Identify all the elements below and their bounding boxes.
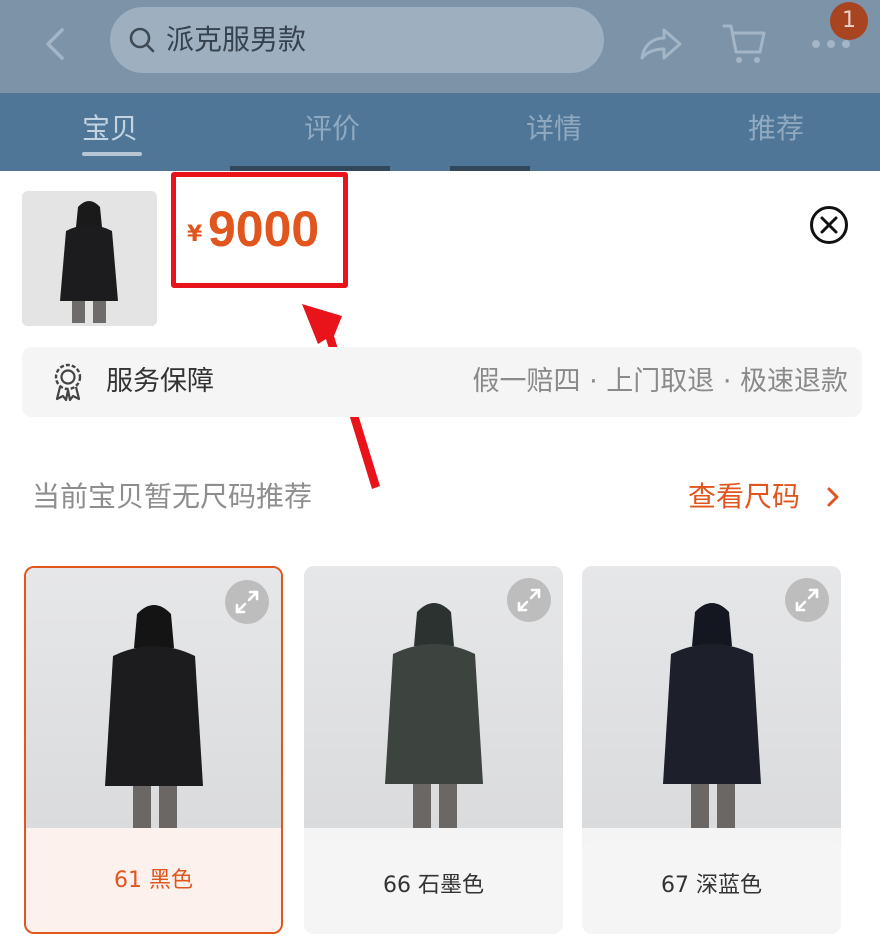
- coat-model-image: [662, 603, 761, 828]
- chevron-left-icon: [46, 28, 64, 60]
- sku-image: [582, 566, 841, 828]
- expand-icon: [795, 588, 819, 612]
- cart-count-badge: 1: [830, 2, 868, 40]
- sku-image: [26, 568, 281, 828]
- expand-image-button[interactable]: [225, 580, 269, 624]
- product-thumbnail[interactable]: [22, 191, 157, 326]
- expand-icon: [517, 588, 541, 612]
- service-guarantee-bar[interactable]: 服务保障 假一赔四 · 上门取退 · 极速退款: [22, 347, 862, 417]
- chevron-right-icon[interactable]: [824, 486, 842, 508]
- cart-button[interactable]: [720, 18, 770, 68]
- sku-image: [304, 566, 563, 828]
- search-query-text: 派克服男款: [166, 23, 307, 56]
- sku-label: 67 深蓝色: [582, 842, 841, 930]
- share-button[interactable]: [636, 22, 684, 66]
- cart-icon: [722, 24, 766, 63]
- coat-model-image: [384, 603, 483, 828]
- guarantee-badge-icon: [54, 363, 82, 402]
- expand-image-button[interactable]: [507, 578, 551, 622]
- service-description: 假一赔四 · 上门取退 · 极速退款: [472, 366, 849, 397]
- sku-card-navy[interactable]: 67 深蓝色: [582, 566, 841, 934]
- tab-details[interactable]: 详情: [526, 111, 582, 147]
- product-price: 9000: [208, 201, 320, 257]
- sku-label: 66 石墨色: [304, 842, 563, 930]
- tab-reviews[interactable]: 评价: [304, 111, 360, 147]
- product-tab-bar: 宝贝 评价 详情 推荐: [0, 93, 880, 171]
- back-button[interactable]: [34, 22, 78, 66]
- sku-card-graphite[interactable]: 66 石墨色: [304, 566, 563, 934]
- currency-symbol: ¥: [187, 222, 203, 247]
- sku-card-black[interactable]: 61 黑色: [24, 566, 283, 934]
- close-circle-icon: [810, 206, 848, 244]
- size-recommendation-hint: 当前宝贝暂无尺码推荐: [32, 480, 313, 513]
- view-size-chart-link[interactable]: 查看尺码: [688, 477, 800, 517]
- coat-model-image: [104, 605, 203, 828]
- close-button[interactable]: [809, 205, 849, 245]
- top-navigation-bar: 派克服男款 1: [0, 0, 880, 93]
- expand-icon: [235, 590, 259, 614]
- tab-baobei[interactable]: 宝贝: [82, 111, 138, 147]
- service-title: 服务保障: [106, 366, 214, 397]
- expand-image-button[interactable]: [785, 578, 829, 622]
- tab-recommend[interactable]: 推荐: [748, 111, 804, 147]
- active-tab-indicator: [82, 152, 142, 156]
- sku-label: 61 黑色: [26, 830, 281, 932]
- share-icon: [640, 28, 682, 60]
- search-icon: [129, 27, 155, 53]
- search-bar[interactable]: 派克服男款: [110, 7, 604, 73]
- product-thumbnail-image: [22, 191, 157, 326]
